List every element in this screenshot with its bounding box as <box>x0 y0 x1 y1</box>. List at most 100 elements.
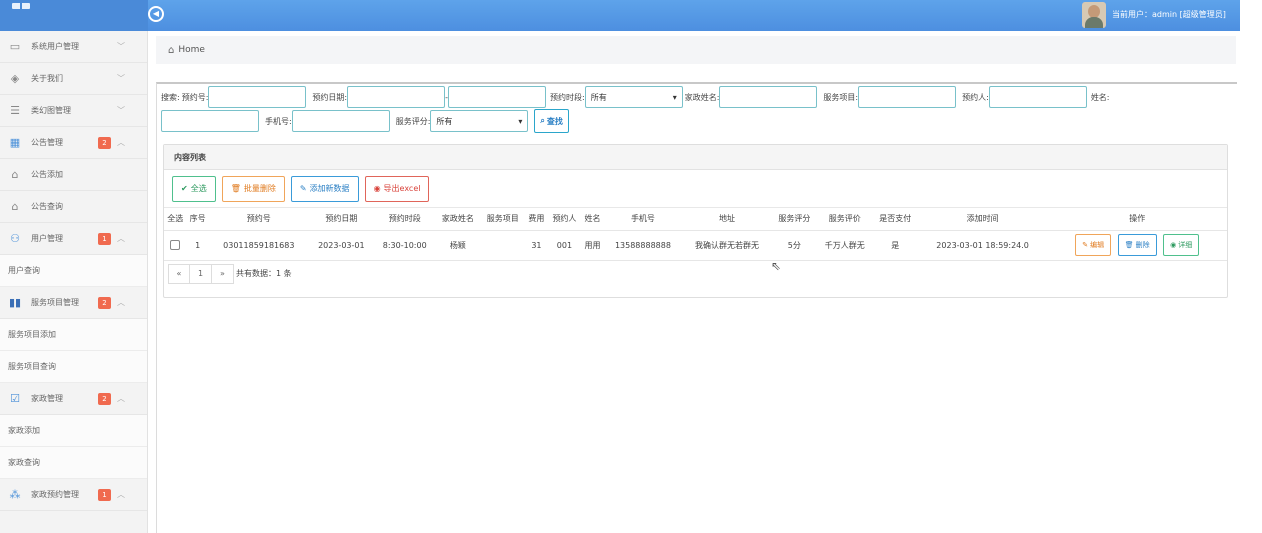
search-row-1: 搜索: 预约号: 预约日期: - 预约时段: 所有 ▾ 家政姓名: 服务项目: … <box>161 86 1110 108</box>
chevron-up-icon: ︿ <box>117 490 125 499</box>
sidebar-toggle-icon[interactable]: ◀ <box>148 6 164 22</box>
logo-area <box>0 0 148 31</box>
sidebar-item-notice[interactable]: ▦ 公告管理 2 ︿ <box>0 127 147 159</box>
col-header: 姓名 <box>581 208 604 231</box>
phone-input[interactable] <box>291 110 390 132</box>
chevron-down-icon: ▾ <box>518 116 523 126</box>
col-header: 家政姓名 <box>435 208 481 231</box>
total-count: 共有数据：1 条 <box>236 269 292 278</box>
edit-button[interactable]: ✎ 编辑 <box>1075 234 1112 256</box>
page-1-button[interactable]: 1 <box>190 263 212 284</box>
pagination: « 1 » 共有数据：1 条 <box>164 261 1227 287</box>
col-header: 是否支付 <box>872 208 918 231</box>
main-content: 搜索: 预约号: 预约日期: - 预约时段: 所有 ▾ 家政姓名: 服务项目: … <box>156 82 1237 533</box>
search-button[interactable]: ⌕ 查找 <box>534 109 569 133</box>
name-input[interactable] <box>161 110 259 132</box>
sidebar-item-about[interactable]: ◈ 关于我们 ﹀ <box>0 63 147 95</box>
logo-icon <box>12 3 30 9</box>
sidebar-item-users[interactable]: ⚇ 用户管理 1 ︿ <box>0 223 147 255</box>
current-user-label[interactable]: 当前用户：admin [超级管理员] <box>1112 9 1226 20</box>
col-header: 预约日期 <box>308 208 374 231</box>
table-row: 1 03011859181683 2023-03-01 8:30-10:00 杨… <box>164 230 1227 261</box>
col-header: 序号 <box>186 208 209 231</box>
map-icon: ▮▮ <box>8 296 22 309</box>
sidebar: ▭ 系统用户管理 ﹀ ◈ 关于我们 ﹀ ☰ 类幻图管理 ﹀ ▦ 公告管理 2 ︿… <box>0 31 148 533</box>
users-icon: ⚇ <box>10 232 20 245</box>
content-list-panel: 内容列表 ✔ 全选 🗑 批量删除 ✎ 添加新数据 ◉ 导出excel 全选 序号… <box>163 144 1228 298</box>
grid-icon: ▦ <box>9 136 21 149</box>
avatar[interactable] <box>1082 2 1106 28</box>
chevron-up-icon: ︿ <box>117 394 125 403</box>
mouse-cursor-icon: ⇖ <box>771 259 782 273</box>
list-icon: ☰ <box>10 104 20 117</box>
sidebar-item-booking[interactable]: ⁂ 家政预约管理 1 ︿ <box>0 479 147 511</box>
rating-select[interactable]: 所有 ▾ <box>430 110 529 132</box>
sidebar-item-housekeeping[interactable]: ☑ 家政管理 2 ︿ <box>0 383 147 415</box>
col-header: 预约号 <box>208 208 309 231</box>
table-header-row: 全选 序号 预约号 预约日期 预约时段 家政姓名 服务项目 费用 预约人 姓名 … <box>164 208 1227 231</box>
select-all-button[interactable]: ✔ 全选 <box>172 175 216 202</box>
row-actions: ✎ 编辑 🗑 删除 ◉ 详细 <box>1047 230 1227 261</box>
col-header: 服务评分 <box>771 208 817 231</box>
chevron-up-icon: ︿ <box>117 138 125 147</box>
order-no-input[interactable] <box>208 86 307 108</box>
service-input[interactable] <box>858 86 957 108</box>
batch-delete-button[interactable]: 🗑 批量删除 <box>221 175 285 202</box>
chevron-up-icon: ︿ <box>117 298 125 307</box>
breadcrumb: ⌂ Home <box>156 36 1236 64</box>
col-header: 预约时段 <box>373 208 436 231</box>
booking-table: 全选 序号 预约号 预约日期 预约时段 家政姓名 服务项目 费用 预约人 姓名 … <box>164 208 1227 261</box>
sidebar-item-service[interactable]: ▮▮ 服务项目管理 2 ︿ <box>0 287 147 319</box>
sidebar-item-carousel[interactable]: ☰ 类幻图管理 ﹀ <box>0 95 147 127</box>
col-header: 添加时间 <box>917 208 1048 231</box>
col-header: 操作 <box>1047 208 1227 231</box>
detail-button[interactable]: ◉ 详细 <box>1163 234 1200 256</box>
period-select[interactable]: 所有 ▾ <box>584 86 683 108</box>
breadcrumb-home[interactable]: Home <box>178 45 205 55</box>
sidebar-item-notice-query[interactable]: ⌂ 公告查询 <box>0 191 147 223</box>
trash-icon: 🗑 <box>1124 241 1134 249</box>
prev-page-button[interactable]: « <box>168 263 190 284</box>
edit-icon: ✎ <box>1082 241 1089 249</box>
chevron-up-icon: ︿ <box>117 234 125 243</box>
check-icon: ☑ <box>10 392 20 405</box>
col-header: 预约人 <box>547 208 582 231</box>
col-header: 费用 <box>525 208 548 231</box>
sidebar-item-housekeeping-add[interactable]: 家政添加 <box>0 415 147 447</box>
search-icon: ⌕ <box>540 116 545 125</box>
export-excel-button[interactable]: ◉ 导出excel <box>364 175 430 202</box>
count-badge: 1 <box>98 489 111 501</box>
col-header: 手机号 <box>603 208 683 231</box>
delete-button[interactable]: 🗑 删除 <box>1117 234 1157 256</box>
search-row-2: 手机号: 服务评分: 所有 ▾ ⌕ 查找 <box>161 109 569 133</box>
home-icon[interactable]: ⌂ <box>168 45 174 56</box>
sidebar-item-system-users[interactable]: ▭ 系统用户管理 ﹀ <box>0 31 147 63</box>
edit-icon: ✎ <box>299 184 307 193</box>
sidebar-item-user-query[interactable]: 用户查询 <box>0 255 147 287</box>
next-page-button[interactable]: » <box>212 263 234 284</box>
chevron-down-icon: ﹀ <box>117 106 125 115</box>
monitor-icon: ▭ <box>9 40 21 53</box>
sidebar-item-service-query[interactable]: 服务项目查询 <box>0 351 147 383</box>
count-badge: 2 <box>98 393 111 405</box>
date-start-input[interactable] <box>347 86 446 108</box>
sidebar-item-housekeeping-query[interactable]: 家政查询 <box>0 447 147 479</box>
housekeeper-input[interactable] <box>719 86 818 108</box>
home-icon: ⌂ <box>11 200 19 213</box>
sidebar-item-service-add[interactable]: 服务项目添加 <box>0 319 147 351</box>
scrollbar[interactable] <box>1240 0 1262 533</box>
trash-icon: 🗑 <box>230 184 241 193</box>
top-bar: ◀ 当前用户：admin [超级管理员] <box>0 0 1240 31</box>
panel-title: 内容列表 <box>164 145 1227 170</box>
globe-icon: ◈ <box>10 72 20 85</box>
count-badge: 1 <box>98 233 111 245</box>
toolbar: ✔ 全选 🗑 批量删除 ✎ 添加新数据 ◉ 导出excel <box>164 170 1227 208</box>
sidebar-item-notice-add[interactable]: ⌂ 公告添加 <box>0 159 147 191</box>
count-badge: 2 <box>98 297 111 309</box>
row-checkbox[interactable] <box>170 240 181 250</box>
date-end-input[interactable] <box>448 86 546 108</box>
col-header: 服务项目 <box>480 208 526 231</box>
booker-input[interactable] <box>988 86 1087 108</box>
add-new-button[interactable]: ✎ 添加新数据 <box>290 175 359 202</box>
chevron-down-icon: ﹀ <box>117 42 125 51</box>
